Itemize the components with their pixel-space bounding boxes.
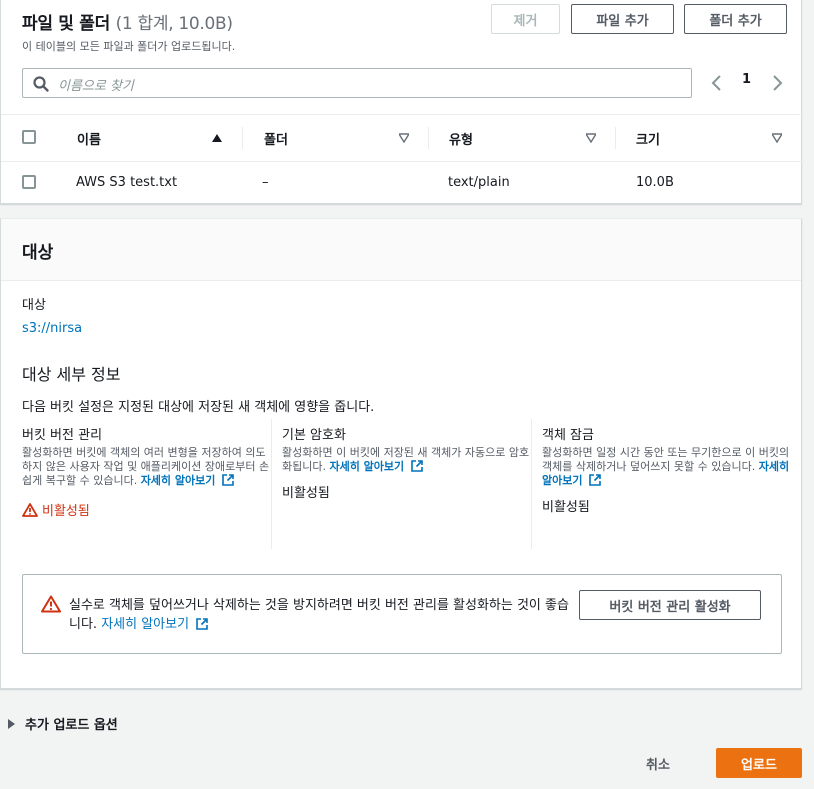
files-title: 파일 및 폴더 (1 합계, 10.0B) bbox=[22, 9, 233, 34]
next-page-icon[interactable] bbox=[767, 72, 787, 94]
encryption-state: 비활성됨 bbox=[282, 486, 330, 501]
page-number[interactable]: 1 bbox=[742, 72, 751, 87]
destination-link[interactable]: s3://nirsa bbox=[22, 321, 82, 336]
destination-panel: 대상 대상 s3://nirsa 대상 세부 정보 다음 버킷 설정은 지정된 … bbox=[0, 218, 802, 689]
versioning-description: 활성화하면 버킷에 객체의 여러 변형을 저장하여 의도하지 않은 사용자 작업… bbox=[22, 446, 270, 487]
sort-ascending-icon[interactable] bbox=[212, 133, 222, 143]
column-header-folder[interactable]: 폴더 bbox=[264, 129, 288, 148]
column-header-type[interactable]: 유형 bbox=[449, 129, 473, 148]
row-checkbox[interactable] bbox=[22, 175, 36, 189]
additional-upload-options-toggle[interactable]: 추가 업로드 옵션 bbox=[8, 714, 118, 733]
remove-button[interactable]: 제거 bbox=[491, 4, 560, 34]
encryption-learn-more-link[interactable]: 자세히 알아보기 bbox=[329, 460, 404, 473]
encryption-title: 기본 암호화 bbox=[282, 428, 346, 443]
destination-title: 대상 bbox=[22, 243, 54, 263]
encryption-column: 기본 암호화 활성화하면 이 버킷에 저장된 새 객체가 자동으로 암호화됩니다… bbox=[282, 424, 532, 549]
versioning-warning-alert: 실수로 객체를 덮어쓰거나 삭제하는 것을 방지하려면 버킷 버전 관리를 활성… bbox=[22, 574, 782, 654]
column-divider bbox=[242, 127, 243, 149]
external-link-icon[interactable] bbox=[589, 474, 601, 486]
add-files-button[interactable]: 파일 추가 bbox=[571, 4, 674, 34]
table-top-divider bbox=[1, 114, 803, 115]
object-lock-column: 객체 잠금 활성화하면 일정 시간 동안 또는 무기한으로 이 버킷의 객체를 … bbox=[542, 424, 792, 549]
cancel-button[interactable]: 취소 bbox=[646, 754, 670, 773]
upload-button[interactable]: 업로드 bbox=[716, 748, 802, 778]
destination-header: 대상 bbox=[1, 219, 801, 281]
column-divider bbox=[531, 419, 532, 549]
object-lock-title: 객체 잠금 bbox=[542, 428, 594, 443]
encryption-description: 활성화하면 이 버킷에 저장된 새 객체가 자동으로 암호화됩니다. 자세히 알… bbox=[282, 446, 530, 473]
add-folder-button[interactable]: 폴더 추가 bbox=[684, 4, 787, 34]
file-size: 10.0B bbox=[636, 175, 674, 190]
column-divider bbox=[428, 127, 429, 149]
versioning-state: 비활성됨 bbox=[42, 504, 90, 519]
alert-message: 실수로 객체를 덮어쓰거나 삭제하는 것을 방지하려면 버킷 버전 관리를 활성… bbox=[69, 598, 569, 632]
files-panel: 파일 및 폴더 (1 합계, 10.0B) 이 테이블의 모든 파일과 폴더가 … bbox=[0, 0, 803, 204]
versioning-status: 비활성됨 bbox=[22, 500, 272, 519]
file-name: AWS S3 test.txt bbox=[76, 175, 178, 190]
external-link-icon[interactable] bbox=[222, 474, 234, 486]
warning-icon bbox=[41, 595, 61, 613]
search-icon bbox=[33, 76, 49, 92]
column-divider bbox=[615, 127, 616, 149]
previous-page-icon[interactable] bbox=[707, 72, 727, 94]
alert-learn-more-link[interactable]: 자세히 알아보기 bbox=[101, 617, 189, 632]
destination-details-title: 대상 세부 정보 bbox=[22, 365, 121, 384]
warning-icon bbox=[22, 502, 38, 517]
file-folder: – bbox=[262, 175, 269, 190]
search-placeholder: 이름으로 찾기 bbox=[58, 79, 134, 94]
column-header-size[interactable]: 크기 bbox=[636, 129, 660, 148]
search-input[interactable]: 이름으로 찾기 bbox=[22, 68, 692, 98]
column-header-name[interactable]: 이름 bbox=[77, 129, 101, 148]
destination-label: 대상 bbox=[22, 298, 46, 313]
select-all-checkbox[interactable] bbox=[22, 130, 36, 144]
versioning-column: 버킷 버전 관리 활성화하면 버킷에 객체의 여러 변형을 저장하여 의도하지 … bbox=[22, 424, 272, 549]
sort-down-icon[interactable] bbox=[772, 133, 782, 143]
external-link-icon[interactable] bbox=[410, 460, 423, 472]
versioning-title: 버킷 버전 관리 bbox=[22, 428, 103, 443]
files-title-text: 파일 및 폴더 bbox=[22, 14, 110, 34]
header-divider bbox=[1, 161, 803, 162]
object-lock-state: 비활성됨 bbox=[542, 500, 590, 515]
column-divider bbox=[271, 419, 272, 549]
enable-versioning-button[interactable]: 버킷 버전 관리 활성화 bbox=[579, 590, 761, 620]
sort-down-icon[interactable] bbox=[586, 133, 596, 143]
file-type: text/plain bbox=[448, 175, 510, 190]
caret-right-icon bbox=[8, 718, 15, 729]
versioning-learn-more-link[interactable]: 자세히 알아보기 bbox=[141, 474, 216, 487]
files-count: (1 합계, 10.0B) bbox=[115, 14, 233, 34]
external-link-icon[interactable] bbox=[196, 618, 209, 630]
files-description: 이 테이블의 모든 파일과 폴더가 업로드됩니다. bbox=[22, 40, 236, 53]
destination-details-description: 다음 버킷 설정은 지정된 대상에 저장된 새 객체에 영향을 줍니다. bbox=[22, 400, 375, 415]
object-lock-description: 활성화하면 일정 시간 동안 또는 무기한으로 이 버킷의 객체를 삭제하거나 … bbox=[542, 446, 790, 487]
additional-upload-options-label: 추가 업로드 옵션 bbox=[25, 718, 118, 733]
sort-down-icon[interactable] bbox=[399, 133, 409, 143]
